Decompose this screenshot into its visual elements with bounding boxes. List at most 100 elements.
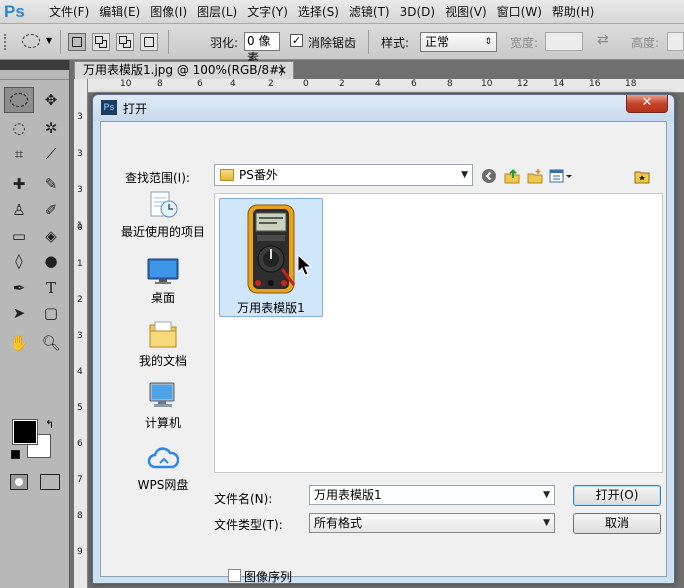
place-wps-cloud[interactable]: WPS网盘 [116, 443, 210, 493]
document-tab[interactable]: 万用表模版1.jpg @ 100%(RGB/8#) × [74, 61, 294, 79]
dodge-tool-icon[interactable]: ● [36, 248, 66, 274]
magic-wand-tool-icon[interactable]: ✲ [36, 115, 66, 141]
ruler-tick-label: 4 [375, 79, 381, 89]
menu-window[interactable]: 窗口(W) [492, 3, 547, 20]
multimeter-thumbnail [246, 203, 296, 295]
look-in-value: PS番外 [239, 168, 278, 182]
ruler-tick-label: 10 [120, 79, 132, 89]
ruler-tick-label: 2 [77, 295, 83, 305]
computer-icon [147, 381, 179, 411]
document-tab-title: 万用表模版1.jpg @ 100%(RGB/8#) [83, 63, 284, 77]
chevron-down-icon[interactable]: ▼ [543, 486, 550, 504]
shape-tool-icon[interactable]: ▢ [36, 300, 66, 326]
ruler-tick-label: 8 [77, 511, 83, 521]
type-tool-icon[interactable]: T [36, 275, 66, 301]
height-input[interactable] [667, 32, 684, 51]
crop-tool-icon[interactable]: ⌗ [4, 141, 34, 167]
file-name: 万用表模版1 [237, 301, 305, 315]
add-to-selection-button[interactable] [92, 33, 110, 51]
width-label: 宽度: [510, 36, 539, 50]
history-brush-tool-icon[interactable]: ✐ [36, 197, 66, 223]
feather-input[interactable]: 0 像素 [244, 32, 280, 65]
menu-edit[interactable]: 编辑(E) [94, 3, 145, 20]
filename-input[interactable]: 万用表模版1 ▼ [309, 485, 555, 505]
elliptical-marquee-preset-icon[interactable] [22, 34, 40, 48]
dialog-title-bar[interactable]: Ps 打开 ✕ [93, 95, 674, 121]
menu-filter[interactable]: 滤镜(T) [344, 3, 395, 20]
place-recent-items[interactable]: 最近使用的项目 [116, 190, 210, 240]
eyedropper-tool-icon[interactable]: ⟋ [36, 141, 66, 167]
antialias-checkbox[interactable]: ✓ [290, 34, 303, 47]
swap-dimensions-icon[interactable]: ⇄ [597, 32, 609, 48]
menu-help[interactable]: 帮助(H) [547, 3, 599, 20]
menu-view[interactable]: 视图(V) [440, 3, 492, 20]
quick-mask-icon[interactable] [10, 474, 28, 490]
new-folder-icon[interactable] [526, 168, 544, 186]
lasso-tool-icon[interactable]: ◌ [4, 115, 34, 141]
swap-colors-icon[interactable]: ↰ [45, 418, 54, 431]
up-one-level-icon[interactable] [503, 168, 521, 186]
document-close-icon[interactable]: × [277, 62, 287, 79]
ruler-tick-label: 18 [625, 79, 637, 89]
open-button[interactable]: 打开(O) [573, 485, 661, 506]
default-colors-icon[interactable] [11, 450, 20, 459]
dialog-close-button[interactable]: ✕ [626, 95, 668, 113]
ruler-tick-label: 4 [230, 79, 236, 89]
preset-dropdown-arrow-icon[interactable]: ▼ [46, 36, 52, 45]
ruler-tick-label: 4 [77, 367, 83, 377]
image-sequence-label: 图像序列 [244, 570, 293, 584]
subtract-from-selection-button[interactable] [116, 33, 134, 51]
favorites-folder-icon[interactable] [633, 168, 651, 186]
foreground-color-swatch[interactable] [12, 419, 38, 445]
paint-bucket-tool-icon[interactable]: ◈ [36, 223, 66, 249]
look-in-combo[interactable]: PS番外 ▼ [214, 164, 473, 186]
ruler-tick-label: 14 [553, 79, 565, 89]
place-desktop[interactable]: 桌面 [116, 256, 210, 306]
horizontal-ruler[interactable]: 10 8 6 4 2 0 2 4 6 8 10 12 14 16 18 [88, 79, 684, 93]
view-menu-icon[interactable] [549, 168, 575, 186]
file-list[interactable]: 万用表模版1 [214, 193, 663, 473]
menu-image[interactable]: 图像(I) [145, 3, 192, 20]
menu-layer[interactable]: 图层(L) [192, 3, 242, 20]
blur-tool-icon[interactable]: ◊ [4, 248, 34, 274]
back-icon[interactable] [480, 168, 498, 186]
hand-tool-icon[interactable]: ✋ [4, 330, 34, 356]
menu-file[interactable]: 文件(F) [44, 3, 94, 20]
menu-type[interactable]: 文字(Y) [242, 3, 293, 20]
ruler-tick-label: 0 [77, 223, 83, 233]
ruler-tick-label: 3 [77, 331, 83, 341]
tools-panel-grip [0, 70, 69, 80]
style-label: 样式: [381, 36, 410, 50]
pen-tool-icon[interactable]: ✒ [4, 275, 34, 301]
mouse-cursor-icon [297, 254, 313, 276]
eraser-tool-icon[interactable]: ▭ [4, 223, 34, 249]
menu-3d[interactable]: 3D(D) [395, 5, 440, 19]
new-selection-button[interactable] [68, 33, 86, 51]
filetype-select[interactable]: 所有格式 ▼ [309, 513, 555, 533]
place-label: 桌面 [150, 291, 175, 305]
image-sequence-checkbox[interactable] [228, 569, 241, 582]
place-computer[interactable]: 计算机 [116, 381, 210, 431]
menu-select[interactable]: 选择(S) [293, 3, 344, 20]
cancel-button[interactable]: 取消 [573, 513, 661, 534]
marquee-tool-icon[interactable] [4, 87, 34, 113]
screen-mode-icon[interactable] [40, 474, 60, 490]
move-tool-icon[interactable]: ✥ [36, 87, 66, 113]
intersect-selection-button[interactable] [140, 33, 158, 51]
style-value: 正常 [425, 35, 450, 49]
width-input[interactable] [545, 32, 583, 51]
menu-bar: Ps 文件(F) 编辑(E) 图像(I) 图层(L) 文字(Y) 选择(S) 滤… [0, 0, 684, 24]
path-selection-tool-icon[interactable]: ➤ [4, 300, 34, 326]
photoshop-app-icon: Ps [101, 100, 117, 115]
ruler-tick-label: 0 [303, 79, 309, 89]
style-select[interactable]: 正常 ⇕ [420, 32, 497, 52]
options-bar: ▼ 羽化: 0 像素 ✓ 消除锯齿 样式: 正常 ⇕ 宽度: ⇄ 高度: [0, 24, 684, 65]
zoom-tool-icon[interactable]: 🔍︎ [36, 330, 66, 356]
place-documents[interactable]: 我的文档 [116, 319, 210, 369]
photoshop-logo: Ps [4, 1, 25, 21]
brush-tool-icon[interactable]: ✎ [36, 171, 66, 197]
clone-stamp-tool-icon[interactable]: ♙ [4, 197, 34, 223]
vertical-ruler[interactable]: 3 3 3 1 0 1 2 3 4 5 6 7 8 9 [74, 79, 88, 588]
healing-brush-tool-icon[interactable]: ✚ [4, 171, 34, 197]
place-label: 我的文档 [138, 354, 187, 368]
